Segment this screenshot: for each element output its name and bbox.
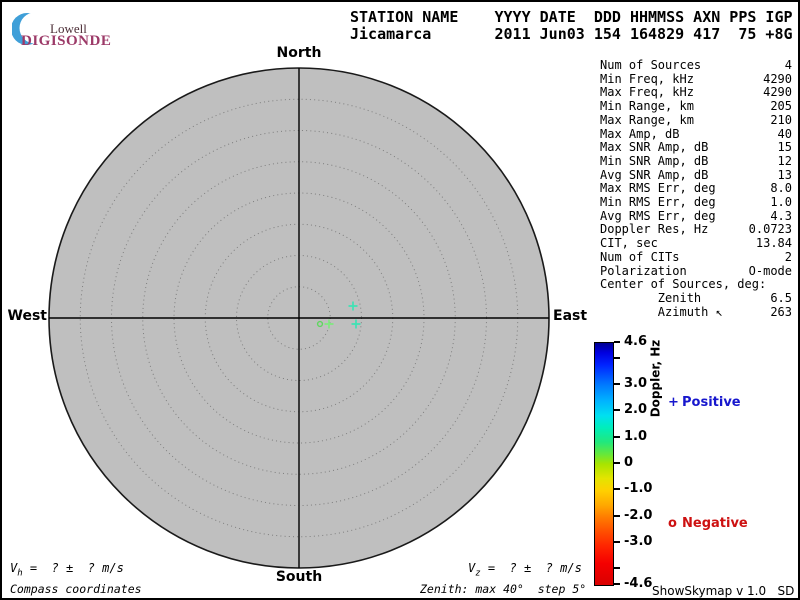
version-note: ShowSkymap v 1.0 SD v 4.2 <box>652 584 795 598</box>
vz-value: = ? ± ? m/s <box>480 561 582 575</box>
info-row: Avg SNR Amp, dB 13 <box>600 167 792 182</box>
info-row: Min RMS Err, deg 1.0 <box>600 195 792 210</box>
colorbar-tick-label: 0 <box>624 455 634 470</box>
info-row: Doppler Res, Hz 0.0723 <box>600 222 792 237</box>
colorbar-ticks: 4.6 3.0 2.0 1.0 0 -1.0 -2.0 -3.0 -4.6 <box>614 334 674 591</box>
colorbar-tick-label: -4.6 <box>624 576 653 591</box>
compass-label-south: South <box>275 569 323 585</box>
colorbar-tick <box>614 514 620 517</box>
colorbar-axis-label: Doppler, Hz <box>648 339 663 418</box>
colorbar-tick <box>614 356 620 359</box>
info-row: Min Freq, kHz 4290 <box>600 71 792 86</box>
info-row: Max Freq, kHz 4290 <box>600 85 792 100</box>
colorbar-tick-label: 3.0 <box>624 376 648 392</box>
circle-marker-icon: o <box>668 516 677 531</box>
info-row: Avg RMS Err, deg 4.3 <box>600 208 792 223</box>
colorbar-tick <box>614 540 620 543</box>
info-row: Max SNR Amp, dB 15 <box>600 140 792 155</box>
colorbar-tick <box>614 435 620 438</box>
info-row: Min SNR Amp, dB 12 <box>600 153 792 168</box>
legend-negative-label: Negative <box>682 516 748 531</box>
info-row: Zenith 6.5 <box>600 290 792 305</box>
vh-value: = ? ± ? m/s <box>22 561 124 575</box>
doppler-colorbar <box>594 342 614 586</box>
info-row: Min Range, km 205 <box>600 99 792 114</box>
plus-marker-icon: + <box>668 395 679 410</box>
info-row: Num of Sources 4 <box>600 58 792 72</box>
info-row: Max Amp, dB 40 <box>600 126 792 141</box>
colorbar-tick <box>614 462 620 464</box>
compass-label-east: East <box>553 308 588 324</box>
colorbar-tick-label: -2.0 <box>624 507 653 523</box>
info-row: Num of CITs 2 <box>600 249 792 264</box>
showskymap-window: Lowell DIGISONDE STATION NAME YYYY DATE … <box>0 0 800 600</box>
colorbar-tick <box>614 567 620 570</box>
compass-label-north: North <box>276 45 322 61</box>
colorbar-tick <box>614 341 620 343</box>
legend-positive-label: Positive <box>682 395 741 410</box>
colorbar-tick <box>614 583 620 585</box>
colorbar-tick-label: -3.0 <box>624 533 653 549</box>
colorbar-tick-label: 2.0 <box>624 402 648 418</box>
colorbar-tick-label: -1.0 <box>624 481 653 497</box>
info-row: Max RMS Err, deg 8.0 <box>600 181 792 196</box>
vz-readout: Vz = ? ± ? m/s <box>468 561 582 578</box>
vh-readout: Vh = ? ± ? m/s <box>10 561 124 578</box>
colorbar-tick-label: 4.6 <box>624 334 648 349</box>
legend-positive: + Positive <box>668 395 741 410</box>
compass-label-west: West <box>7 308 47 324</box>
info-row: CIT, sec 13.84 <box>600 236 792 251</box>
info-row: Azimuth ↖ 263 <box>600 304 792 319</box>
info-row: Center of Sources, deg: <box>600 277 767 292</box>
colorbar-tick <box>614 409 620 412</box>
info-row: Max Range, km 210 <box>600 112 792 127</box>
info-row: Polarization O-mode <box>600 263 792 278</box>
zenith-scale-note: Zenith: max 40° step 5° <box>420 582 587 596</box>
colorbar-tick <box>614 488 620 491</box>
info-panel: Num of Sources 4 Min Freq, kHz 4290 Max Freq… <box>600 58 792 319</box>
colorbar-tick-label: 1.0 <box>624 428 648 444</box>
legend-negative: o Negative <box>668 516 748 531</box>
colorbar-tick <box>614 383 620 386</box>
coordinates-note: Compass coordinates <box>10 582 142 596</box>
